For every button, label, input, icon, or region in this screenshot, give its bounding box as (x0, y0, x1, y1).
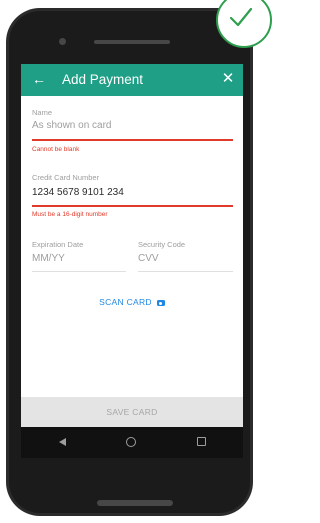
recent-apps-icon[interactable] (197, 437, 206, 446)
scan-card-button[interactable]: SCAN CARD (21, 297, 243, 307)
earpiece-speaker (94, 40, 170, 44)
card-number-label: Credit Card Number (32, 173, 100, 182)
security-code-underline (138, 271, 233, 272)
expiration-label: Expiration Date (32, 240, 84, 249)
security-code-label: Security Code (138, 240, 186, 249)
card-number-underline (32, 205, 233, 207)
save-card-label: SAVE CARD (106, 407, 158, 417)
security-code-input[interactable]: CVV (138, 253, 159, 264)
scan-card-label: SCAN CARD (99, 297, 152, 307)
name-error: Cannot be blank (32, 146, 80, 153)
success-badge (216, 0, 272, 48)
home-icon[interactable] (126, 437, 136, 447)
expiration-underline (32, 271, 126, 272)
close-icon[interactable]: ✕ (221, 71, 235, 87)
check-icon (229, 7, 253, 27)
card-number-error: Must be a 16-digit number (32, 211, 108, 218)
name-underline (32, 139, 233, 141)
toolbar-title: Add Payment (62, 72, 144, 87)
camera-icon (156, 300, 165, 306)
app-toolbar: ← Add Payment ✕ (21, 64, 243, 96)
bottom-speaker (97, 500, 173, 506)
save-card-button[interactable]: SAVE CARD (21, 397, 243, 427)
expiration-input[interactable]: MM/YY (32, 253, 65, 264)
back-arrow-icon[interactable]: ← (32, 71, 46, 87)
front-camera (59, 38, 66, 45)
back-icon[interactable] (59, 438, 66, 446)
card-number-input[interactable]: 1234 5678 9101 234 (32, 187, 124, 198)
name-label: Name (32, 108, 53, 117)
phone-screen: ← Add Payment ✕ Name As shown on card Ca… (21, 64, 243, 458)
android-nav-bar (21, 427, 243, 458)
name-input[interactable]: As shown on card (32, 120, 112, 131)
